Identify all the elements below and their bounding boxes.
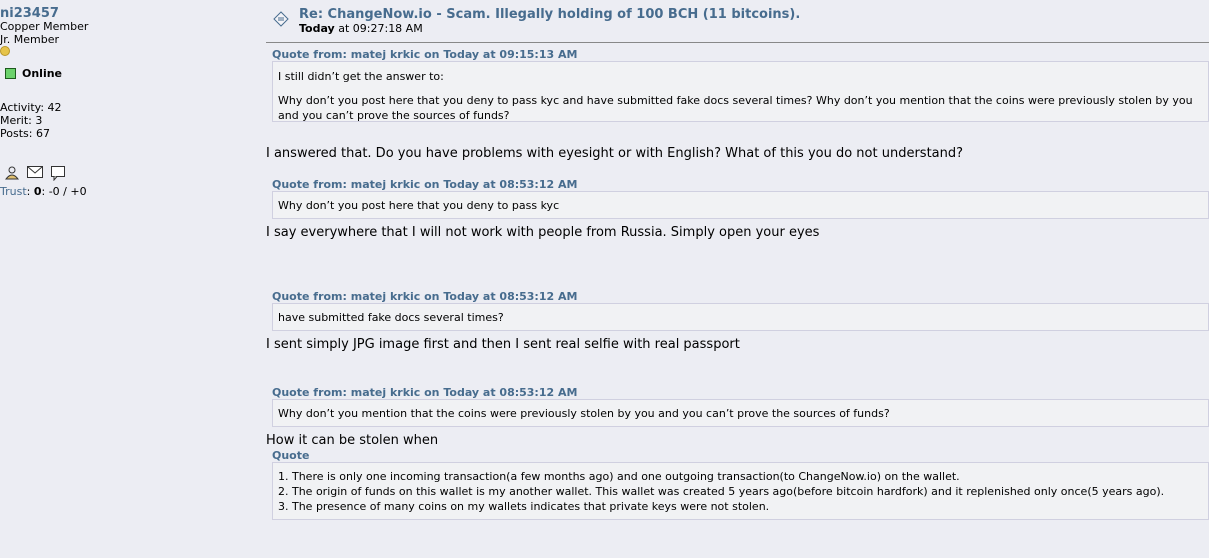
poster-rank-secondary: Jr. Member: [0, 33, 59, 46]
quote-body: Why don’t you post here that you deny to…: [272, 191, 1209, 219]
online-label: Online: [22, 67, 63, 80]
trust-detail: : -0 / +0: [41, 185, 87, 198]
quote-header[interactable]: Quote from: matej krkic on Today at 08:5…: [272, 178, 1209, 191]
merit-stat: Merit: 3: [0, 114, 43, 127]
post-icon: [273, 11, 289, 27]
poster-actions: [0, 166, 250, 184]
trust-score: Trust: 0: -0 / +0: [0, 185, 87, 198]
post-title[interactable]: Re: ChangeNow.io - Scam. Illegally holdi…: [299, 7, 800, 22]
trust-feedback-icon[interactable]: [51, 166, 65, 184]
quote-header[interactable]: Quote from: matej krkic on Today at 08:5…: [272, 386, 1209, 399]
trust-value: 0: [33, 185, 42, 198]
quote-header[interactable]: Quote from: matej krkic on Today at 09:1…: [272, 48, 1209, 61]
reply-text: How it can be stolen when: [266, 433, 439, 448]
reply-text: I answered that. Do you have problems wi…: [266, 146, 964, 161]
reply-text: I sent simply JPG image first and then I…: [266, 337, 740, 352]
coin-icon: [0, 46, 10, 56]
quote-body: 1. There is only one incoming transactio…: [272, 462, 1209, 520]
message-icon[interactable]: [27, 166, 43, 184]
posts-stat: Posts: 67: [0, 127, 50, 140]
poster-rank: Copper Member: [0, 20, 89, 33]
quote-body: I still didn’t get the answer to: Why do…: [272, 61, 1209, 122]
post-date: Today at 09:27:18 AM: [299, 22, 423, 35]
quote-header: Quote: [272, 449, 310, 462]
poster-info: ni23457 Copper Member Jr. Member Online …: [0, 7, 250, 198]
poster-stats: Activity: 42 Merit: 3 Posts: 67: [0, 101, 250, 140]
quote-body: Why don’t you mention that the coins wer…: [272, 399, 1209, 427]
list-item: 2. The origin of funds on this wallet is…: [278, 485, 1165, 498]
post-body: Quote from: matej krkic on Today at 09:1…: [266, 48, 1209, 520]
trust-link[interactable]: Trust: [0, 185, 27, 198]
quote-body: have submitted fake docs several times?: [272, 303, 1209, 331]
post-header: Re: ChangeNow.io - Scam. Illegally holdi…: [266, 0, 1209, 43]
online-indicator-icon: [5, 68, 16, 79]
online-status: Online: [0, 67, 250, 80]
poster-name[interactable]: ni23457: [0, 7, 250, 20]
profile-icon[interactable]: [4, 166, 20, 184]
forum-post: Re: ChangeNow.io - Scam. Illegally holdi…: [266, 0, 1209, 520]
list-item: 1. There is only one incoming transactio…: [278, 470, 960, 483]
activity-stat: Activity: 42: [0, 101, 62, 114]
quote-header[interactable]: Quote from: matej krkic on Today at 08:5…: [272, 290, 1209, 303]
list-item: 3. The presence of many coins on my wall…: [278, 500, 770, 513]
reply-text: I say everywhere that I will not work wi…: [266, 225, 820, 240]
